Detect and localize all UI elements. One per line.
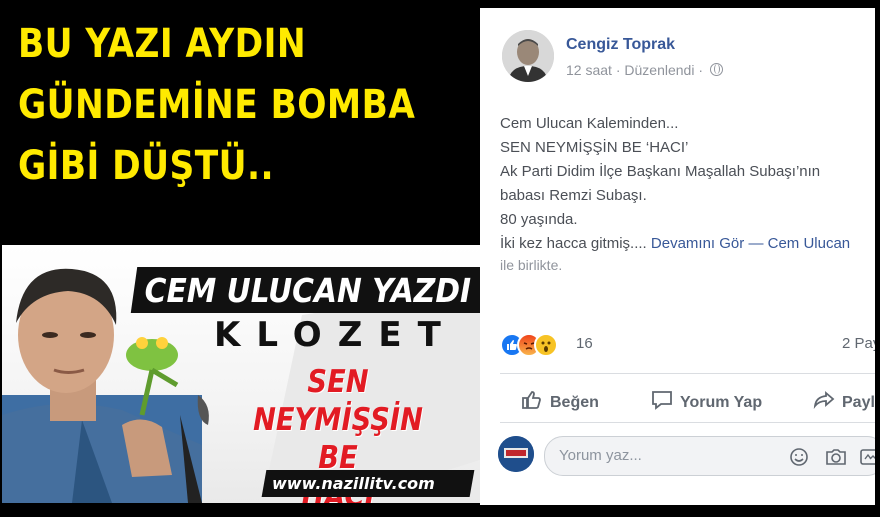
like-button[interactable]: Beğen: [520, 388, 599, 412]
share-button[interactable]: Paylaş: [812, 388, 875, 412]
post-line: 80 yaşında.: [500, 211, 578, 228]
banner-url: www.nazillitv.com: [261, 470, 475, 497]
emoji-icon[interactable]: [789, 447, 809, 467]
post-line: babası Remzi Subaşı.: [500, 187, 647, 204]
post-line: Ak Parti Didim İlçe Başkanı Maşallah Sub…: [500, 163, 821, 180]
banner-subtitle: KLOZET: [214, 315, 457, 355]
post-text: Cem Ulucan Kaleminden... SEN NEYMİŞŞİN B…: [500, 112, 875, 274]
wow-reaction-icon: [534, 333, 558, 357]
divider: [500, 422, 875, 423]
see-more-link[interactable]: Devamını Gör: [651, 235, 744, 252]
gif-icon[interactable]: [859, 447, 875, 467]
post-meta: 12 saat · Düzenlendi ·: [566, 62, 723, 78]
article-banner: CEM ULUCAN YAZDI KLOZET SEN NEYMİŞŞİN BE…: [2, 245, 496, 503]
edited-label[interactable]: Düzenlendi: [624, 62, 694, 78]
share-arrow-icon: [813, 391, 835, 409]
post-line: SEN NEYMİŞŞİN BE ‘HACI’: [500, 139, 689, 156]
with-suffix: ile birlikte.: [500, 257, 563, 273]
globe-icon: [709, 63, 723, 76]
tagged-person[interactable]: — Cem Ulucan: [748, 235, 850, 252]
facebook-post: Cengiz Toprak 12 saat · Düzenlendi · Cem…: [480, 8, 875, 505]
author-name[interactable]: Cengiz Toprak: [566, 36, 675, 54]
thumbs-up-icon: [522, 391, 541, 409]
banner-red-line-2: NEYMİŞŞİN BE: [253, 402, 423, 476]
post-line: Cem Ulucan Kaleminden...: [500, 115, 679, 132]
headline-line-2: GÜNDEMİNE BOMBA: [18, 82, 416, 128]
commenter-avatar[interactable]: [498, 436, 534, 472]
post-time[interactable]: 12 saat: [566, 62, 612, 78]
divider: [500, 373, 875, 374]
headline-line-1: BU YAZI AYDIN: [18, 21, 307, 67]
headline: BU YAZI AYDIN GÜNDEMİNE BOMBA GİBİ DÜŞTÜ…: [18, 14, 416, 197]
reaction-count: 16: [576, 335, 593, 352]
comment-icon: [652, 391, 672, 410]
share-count[interactable]: 2 Paylaşım: [842, 335, 875, 352]
banner-red-line-1: SEN: [307, 364, 369, 400]
post-line-last: İki kez hacca gitmiş.... Devamını Gör — …: [500, 235, 851, 252]
comment-button[interactable]: Yorum Yap: [650, 388, 762, 412]
banner-title: CEM ULUCAN YAZDI: [130, 267, 496, 313]
camera-icon[interactable]: [825, 447, 847, 467]
headline-line-3: GİBİ DÜŞTÜ..: [18, 143, 274, 189]
comment-placeholder: Yorum yaz...: [559, 447, 642, 464]
author-avatar[interactable]: [502, 30, 554, 82]
comment-input[interactable]: Yorum yaz...: [544, 436, 875, 476]
